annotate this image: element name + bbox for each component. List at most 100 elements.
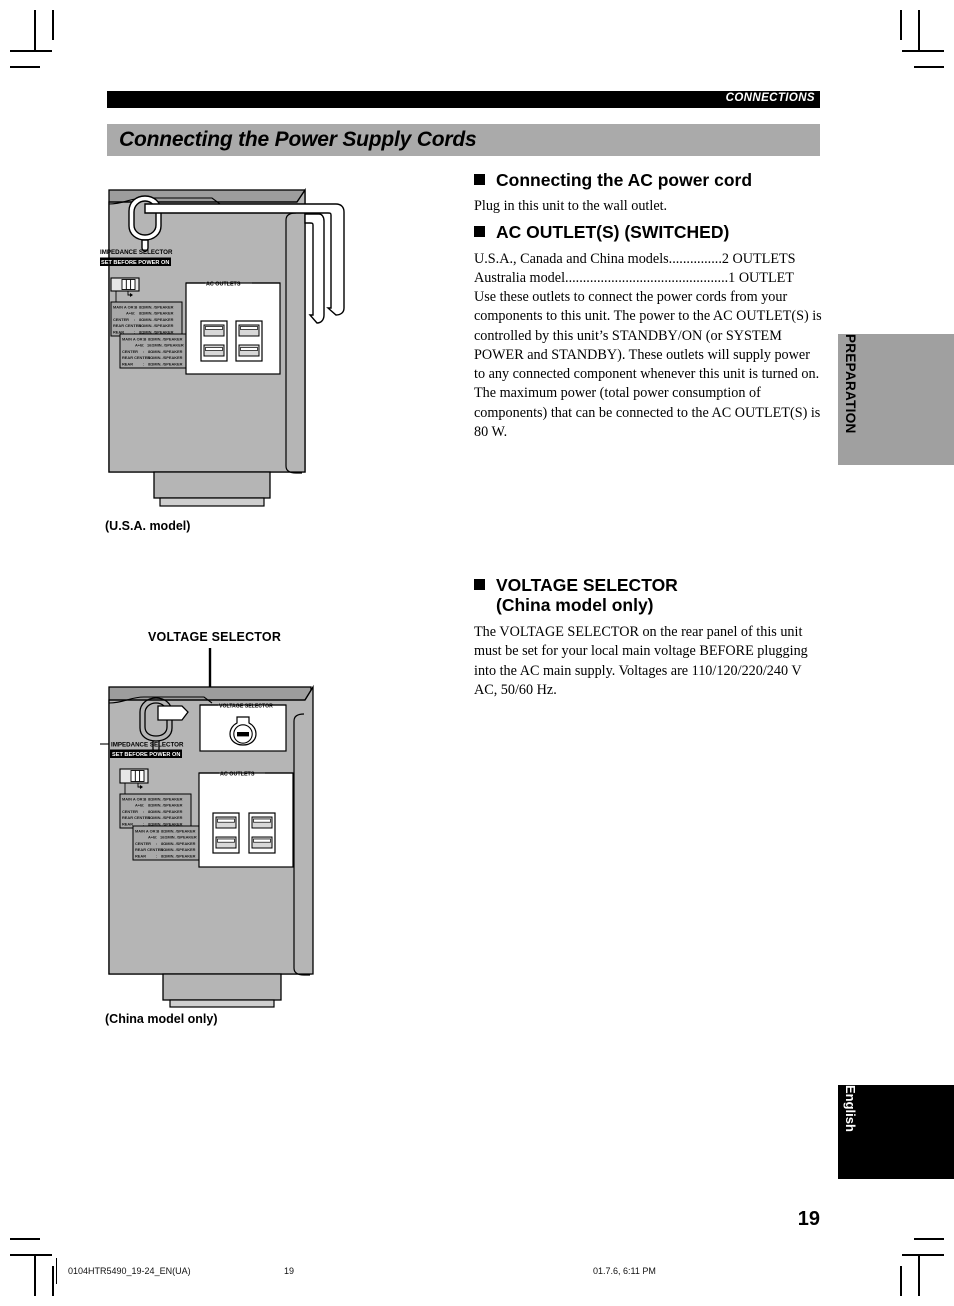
page-title: Connecting the Power Supply Cords <box>119 128 477 151</box>
section-ac-power-cord: Connecting the AC power cord Plug in thi… <box>474 170 822 216</box>
svg-text:8ΩMIN. /SPEAKER: 8ΩMIN. /SPEAKER <box>148 349 183 354</box>
svg-text:REAR: REAR <box>122 361 133 366</box>
impedance-table-b: MAIN A OR B: 8ΩMIN. /SPEAKER A+B:16ΩMIN. … <box>132 825 206 861</box>
figure-china-model: IMPEDANCE SELECTOR SET BEFORE POWER ON M… <box>100 648 370 1008</box>
svg-text:8ΩMIN. /SPEAKER: 8ΩMIN. /SPEAKER <box>148 361 183 366</box>
svg-text:8ΩMIN. /SPEAKER: 8ΩMIN. /SPEAKER <box>148 809 183 814</box>
svg-text:8ΩMIN. /SPEAKER: 8ΩMIN. /SPEAKER <box>139 317 174 322</box>
svg-text::: : <box>143 349 144 354</box>
svg-text:8ΩMIN. /SPEAKER: 8ΩMIN. /SPEAKER <box>148 803 183 808</box>
svg-text:8ΩMIN. /SPEAKER: 8ΩMIN. /SPEAKER <box>161 853 196 858</box>
svg-text::: : <box>143 797 144 802</box>
caption-china-model: (China model only) <box>105 1012 218 1026</box>
svg-text:A+B: A+B <box>126 311 134 316</box>
crop-mark-tr-v2 <box>900 10 902 40</box>
svg-text::: : <box>156 847 157 852</box>
svg-text:8ΩMIN. /SPEAKER: 8ΩMIN. /SPEAKER <box>161 841 196 846</box>
svg-text::: : <box>143 355 144 360</box>
footer-page-number: 19 <box>284 1266 295 1276</box>
impedance-table-b: MAIN A OR B: 8ΩMIN. /SPEAKER A+B:16ΩMIN. … <box>119 333 192 369</box>
svg-text:REAR: REAR <box>122 821 133 826</box>
svg-text:REAR CENTER: REAR CENTER <box>122 355 150 360</box>
figure-usa-model-svg: IMPEDANCE SELECTOR SET BEFORE POWER ON M… <box>100 187 345 507</box>
crop-mark-tl-v2 <box>52 10 54 40</box>
crop-mark-tl-h2 <box>10 66 40 68</box>
running-head-label: CONNECTIONS <box>725 92 815 104</box>
svg-text:CENTER: CENTER <box>135 841 151 846</box>
body-ac-power-cord: Plug in this unit to the wall outlet. <box>474 197 822 216</box>
svg-text:A+B: A+B <box>135 343 143 348</box>
square-bullet-icon <box>474 226 485 237</box>
side-tab-english: English <box>838 1085 954 1179</box>
svg-text:8ΩMIN. /SPEAKER: 8ΩMIN. /SPEAKER <box>139 311 174 316</box>
crop-mark-bl-h <box>10 1254 52 1256</box>
ac-outlets-block: AC OUTLETS <box>198 772 294 868</box>
figure-china-model-svg: IMPEDANCE SELECTOR SET BEFORE POWER ON M… <box>100 648 314 1008</box>
svg-text:CENTER: CENTER <box>122 349 138 354</box>
spec-line-australia: Australia model.........................… <box>474 269 794 286</box>
heading-connecting-ac-power-cord: Connecting the AC power cord <box>474 170 822 191</box>
svg-text:8ΩMIN. /SPEAKER: 8ΩMIN. /SPEAKER <box>148 797 183 802</box>
section-voltage-selector: VOLTAGE SELECTOR (China model only) The … <box>474 575 822 700</box>
svg-text:CENTER: CENTER <box>113 317 129 322</box>
svg-text::: : <box>143 337 144 342</box>
crop-mark-tr-h <box>902 50 944 52</box>
voltage-selector-label: VOLTAGE SELECTOR <box>219 704 273 710</box>
page-canvas: CONNECTIONS Connecting the Power Supply … <box>0 0 954 1306</box>
svg-text:8ΩMIN. /SPEAKER: 8ΩMIN. /SPEAKER <box>148 355 183 360</box>
side-tab-preparation: PREPARATION <box>838 334 954 465</box>
set-before-power-on-label: SET BEFORE POWER ON <box>112 752 180 758</box>
callout-voltage-selector: VOLTAGE SELECTOR <box>148 630 282 644</box>
svg-text::: : <box>134 311 135 316</box>
figure-usa-model: IMPEDANCE SELECTOR SET BEFORE POWER ON M… <box>100 182 370 512</box>
svg-text::: : <box>156 841 157 846</box>
body-voltage-selector: The VOLTAGE SELECTOR on the rear panel o… <box>474 623 822 700</box>
svg-text::: : <box>143 815 144 820</box>
spec-line-usa: U.S.A., Canada and China models.........… <box>474 250 796 267</box>
impedance-table-a: MAIN A OR B: 8ΩMIN. /SPEAKER A+B:8ΩMIN. /… <box>110 301 183 337</box>
svg-text:16ΩMIN. /SPEAKER: 16ΩMIN. /SPEAKER <box>147 343 184 348</box>
ac-outlets-label: AC OUTLETS <box>220 772 255 778</box>
footer-timestamp: 01.7.6, 6:11 PM <box>593 1266 656 1276</box>
svg-text::: : <box>156 829 157 834</box>
impedance-table-a: MAIN A OR B: 8ΩMIN. /SPEAKER A+B:8ΩMIN. /… <box>119 793 192 829</box>
svg-text:A+B: A+B <box>148 835 156 840</box>
crop-mark-tr-h2 <box>914 66 944 68</box>
svg-text::: : <box>134 317 135 322</box>
footer-rule <box>56 1258 57 1284</box>
paragraph: Plug in this unit to the wall outlet. <box>474 197 668 214</box>
svg-text:REAR CENTER: REAR CENTER <box>135 847 163 852</box>
body-ac-outlets: U.S.A., Canada and China models.........… <box>474 250 822 442</box>
paragraph: The VOLTAGE SELECTOR on the rear panel o… <box>474 624 808 698</box>
square-bullet-icon <box>474 174 485 185</box>
impedance-selector-label: IMPEDANCE SELECTOR <box>100 249 173 256</box>
section-ac-outlets: AC OUTLET(S) (SWITCHED) U.S.A., Canada a… <box>474 222 822 442</box>
svg-text:8ΩMIN. /SPEAKER: 8ΩMIN. /SPEAKER <box>148 337 183 342</box>
heading-voltage-selector: VOLTAGE SELECTOR (China model only) <box>474 575 822 615</box>
crop-mark-br-h2 <box>914 1238 944 1240</box>
voltage-selector-block: VOLTAGE SELECTOR <box>199 704 287 752</box>
crop-mark-tl-v <box>34 10 36 52</box>
svg-text::: : <box>143 803 144 808</box>
crop-mark-bl-h2 <box>10 1238 40 1240</box>
square-bullet-icon <box>474 579 485 590</box>
svg-text:REAR CENTER: REAR CENTER <box>113 323 141 328</box>
crop-mark-tl-h <box>10 50 52 52</box>
svg-text:8ΩMIN. /SPEAKER: 8ΩMIN. /SPEAKER <box>161 829 196 834</box>
crop-mark-tr-v <box>918 10 920 52</box>
svg-text:8ΩMIN. /SPEAKER: 8ΩMIN. /SPEAKER <box>139 305 174 310</box>
svg-text:REAR: REAR <box>135 853 146 858</box>
heading-ac-outlets-switched: AC OUTLET(S) (SWITCHED) <box>474 222 822 243</box>
crop-mark-br-v2 <box>900 1266 902 1296</box>
svg-text:16ΩMIN. /SPEAKER: 16ΩMIN. /SPEAKER <box>160 835 197 840</box>
svg-text::: : <box>156 835 157 840</box>
svg-text:REAR CENTER: REAR CENTER <box>122 815 150 820</box>
impedance-selector-label: IMPEDANCE SELECTOR <box>111 742 184 749</box>
svg-text:8ΩMIN. /SPEAKER: 8ΩMIN. /SPEAKER <box>148 815 183 820</box>
side-tab-preparation-label: PREPARATION <box>843 334 858 434</box>
section-title-band: Connecting the Power Supply Cords <box>107 124 820 156</box>
svg-text:8ΩMIN. /SPEAKER: 8ΩMIN. /SPEAKER <box>139 323 174 328</box>
ac-outlets-block: AC OUTLETS <box>185 282 281 375</box>
svg-text::: : <box>134 323 135 328</box>
caption-usa-model: (U.S.A. model) <box>105 519 191 533</box>
